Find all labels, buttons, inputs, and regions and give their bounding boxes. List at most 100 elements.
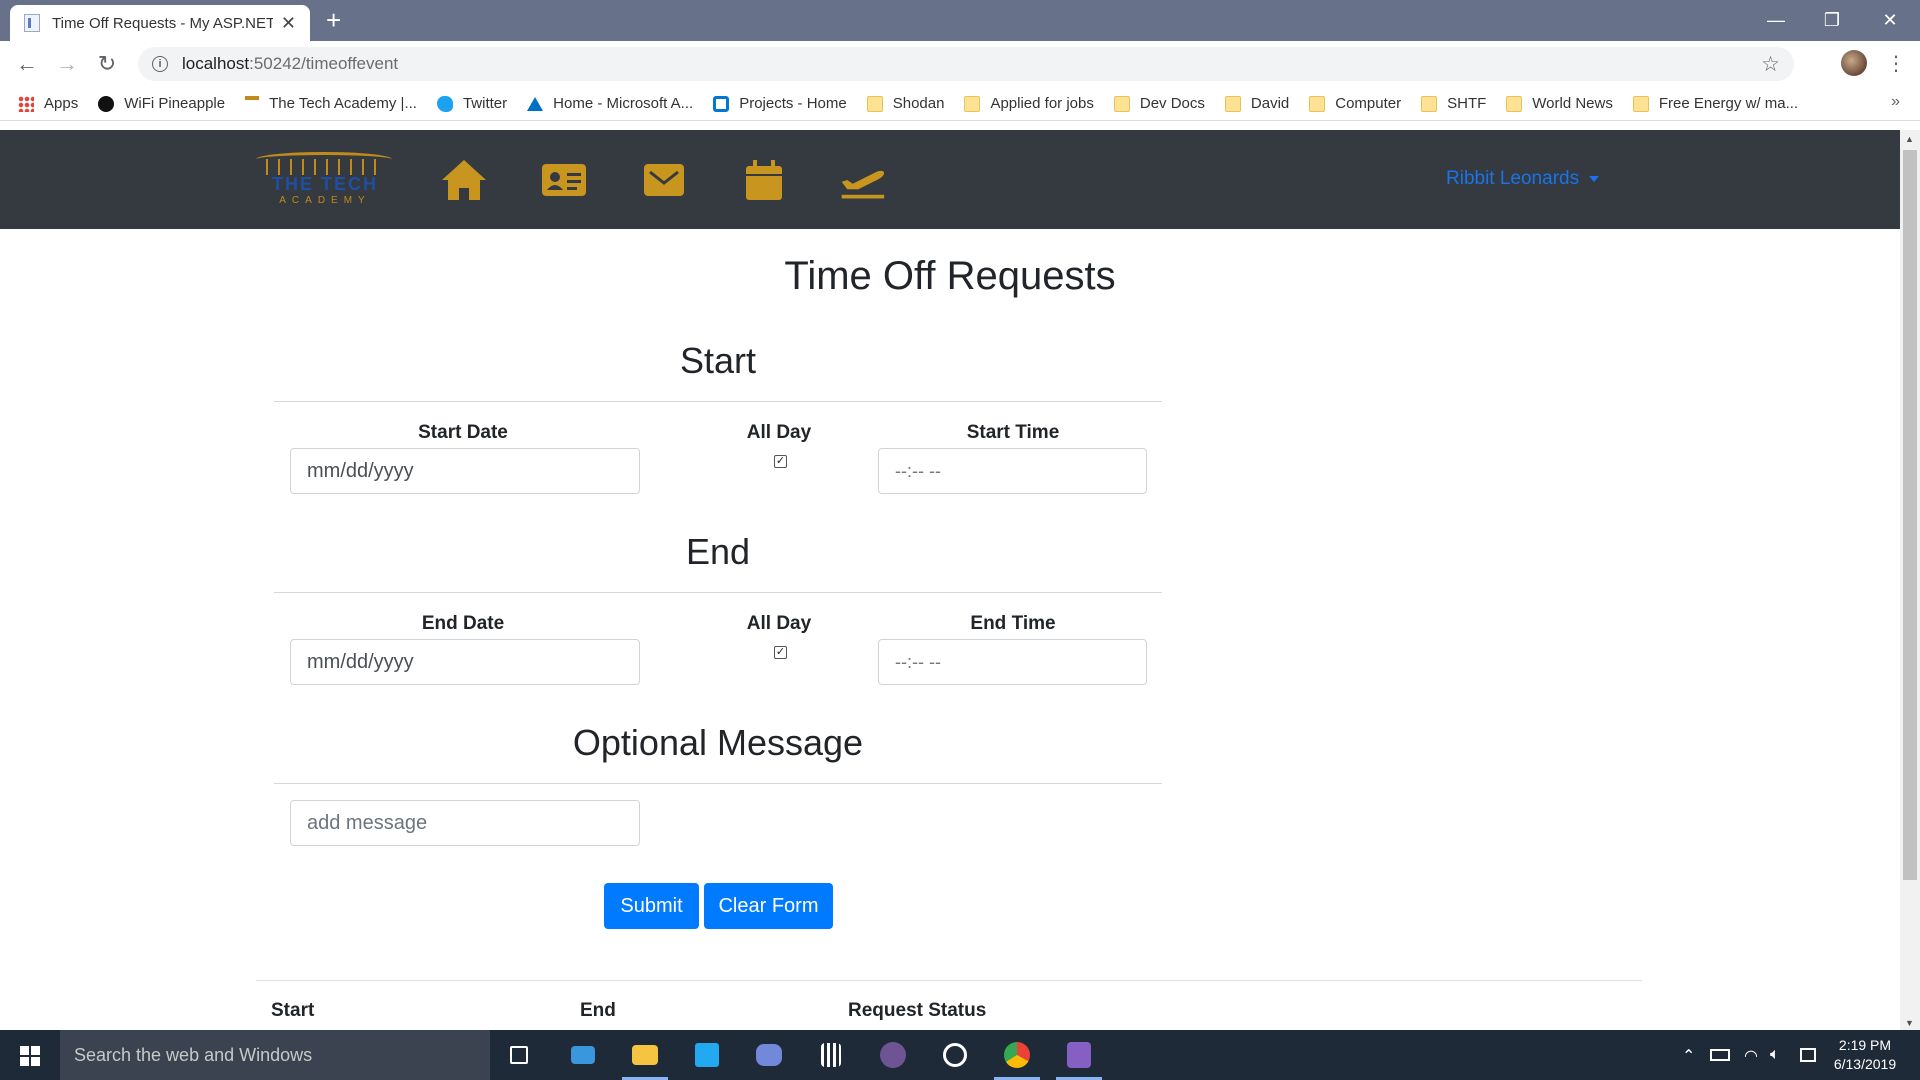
notifications-icon[interactable] <box>1800 1048 1816 1062</box>
bookmark-folder-world-news[interactable]: World News <box>1506 95 1613 112</box>
message-input[interactable]: add message <box>290 800 640 846</box>
bookmark-label: Apps <box>44 95 79 112</box>
end-divider <box>274 592 1162 593</box>
bookmark-label: Projects - Home <box>739 95 847 112</box>
visual-studio-icon[interactable] <box>1050 1030 1108 1080</box>
file-explorer-icon[interactable] <box>616 1030 674 1080</box>
tech-academy-logo[interactable]: THE TECH ACADEMY <box>256 152 392 208</box>
bookmark-microsoft-azure[interactable]: Home - Microsoft A... <box>527 95 693 112</box>
folder-icon <box>866 95 883 112</box>
start-date-input[interactable]: mm/dd/yyyy <box>290 448 640 494</box>
minimize-button[interactable]: — <box>1748 0 1804 41</box>
message-divider <box>274 783 1162 784</box>
bookmark-folder-david[interactable]: David <box>1224 95 1289 112</box>
clock-date: 6/13/2019 <box>1833 1056 1897 1072</box>
end-time-label: End Time <box>970 613 1056 634</box>
taskbar-clock[interactable]: 2:19 PM 6/13/2019 <box>1820 1036 1910 1074</box>
start-time-label: Start Time <box>966 422 1060 443</box>
restore-button[interactable]: ❐ <box>1804 0 1860 41</box>
vscode-icon[interactable] <box>678 1030 736 1080</box>
end-allday-checkbox[interactable]: ✓ <box>774 646 787 659</box>
browser-tab[interactable]: Time Off Requests - My ASP.NET ✕ <box>10 5 310 41</box>
bookmark-folder-applied[interactable]: Applied for jobs <box>964 95 1094 112</box>
end-time-value: --:-- -- <box>895 651 941 672</box>
chrome-icon[interactable] <box>988 1030 1046 1080</box>
bookmark-label: SHTF <box>1447 95 1487 112</box>
back-arrow-icon[interactable]: ← <box>12 49 42 79</box>
table-divider <box>256 980 1642 981</box>
browser-toolbar: ← → ↻ i localhost:50242/timeoffevent ☆ ⋮ <box>0 41 1920 87</box>
twitter-icon <box>436 95 453 112</box>
address-bar[interactable]: i localhost:50242/timeoffevent ☆ <box>138 47 1794 81</box>
clear-form-button[interactable]: Clear Form <box>704 883 833 929</box>
task-view-icon[interactable] <box>490 1030 548 1080</box>
end-heading: End <box>685 531 751 572</box>
start-heading: Start <box>679 340 757 381</box>
bookmarks-overflow-icon[interactable]: » <box>1891 93 1900 111</box>
start-time-input[interactable]: --:-- -- <box>878 448 1147 494</box>
wifi-icon[interactable]: ◠ <box>1744 1046 1758 1066</box>
page-title: Time Off Requests <box>784 254 1116 298</box>
remote-desktop-icon[interactable] <box>554 1030 612 1080</box>
start-allday-label: All Day <box>746 422 812 443</box>
bookmark-folder-shtf[interactable]: SHTF <box>1421 95 1486 112</box>
new-tab-button[interactable]: + <box>326 6 341 34</box>
github-desktop-icon[interactable] <box>864 1030 922 1080</box>
bookmark-label: Shodan <box>892 95 945 112</box>
end-date-input[interactable]: mm/dd/yyyy <box>290 639 640 685</box>
envelope-icon[interactable] <box>640 158 688 202</box>
plane-departure-icon[interactable] <box>838 158 886 202</box>
start-allday-checkbox[interactable]: ✓ <box>774 455 787 468</box>
bookmark-folder-free-energy[interactable]: Free Energy w/ ma... <box>1632 95 1799 112</box>
bookmark-folder-devdocs[interactable]: Dev Docs <box>1113 95 1205 112</box>
apps-grid-icon <box>18 95 34 112</box>
browser-menu-icon[interactable]: ⋮ <box>1886 51 1906 76</box>
start-time-value: --:-- -- <box>895 460 941 481</box>
profile-avatar[interactable] <box>1841 50 1867 76</box>
bookmark-folder-shodan[interactable]: Shodan <box>866 95 945 112</box>
page-scrollbar[interactable]: ▲ ▼ <box>1900 130 1920 1030</box>
battery-icon[interactable] <box>1710 1049 1730 1061</box>
bookmark-folder-computer[interactable]: Computer <box>1309 95 1401 112</box>
scroll-up-arrow-icon[interactable]: ▲ <box>1905 134 1914 144</box>
taskbar-search-box[interactable]: Search the web and Windows <box>60 1030 490 1080</box>
bookmark-label: The Tech Academy |... <box>269 95 417 112</box>
tray-overflow-icon[interactable]: ⌃ <box>1682 1046 1695 1066</box>
browser-tab-strip: Time Off Requests - My ASP.NET ✕ + — ❐ ✕ <box>0 0 1920 41</box>
bookmark-label: Free Energy w/ ma... <box>1658 95 1799 112</box>
windows-start-icon[interactable] <box>20 1046 40 1066</box>
bookmark-apps[interactable]: Apps <box>18 95 78 112</box>
bookmark-projects[interactable]: Projects - Home <box>713 95 847 112</box>
azure-icon <box>527 96 544 111</box>
bookmark-tech-academy[interactable]: The Tech Academy |... <box>245 95 417 112</box>
groove-music-icon[interactable] <box>926 1030 984 1080</box>
folder-icon <box>1632 95 1649 112</box>
id-card-icon[interactable] <box>540 158 588 202</box>
close-tab-icon[interactable]: ✕ <box>281 13 296 34</box>
site-info-icon[interactable]: i <box>152 56 168 72</box>
folder-icon <box>964 95 981 112</box>
message-heading: Optional Message <box>572 722 864 763</box>
reload-icon[interactable]: ↻ <box>92 49 122 79</box>
submit-button[interactable]: Submit <box>604 883 699 929</box>
volume-icon[interactable]: 🔈︎ <box>1770 1046 1780 1064</box>
user-dropdown[interactable]: Ribbit Leonards <box>1446 168 1600 190</box>
url-path: :50242/timeoffevent <box>249 54 399 73</box>
close-window-button[interactable]: ✕ <box>1862 0 1918 41</box>
home-icon[interactable] <box>440 158 488 202</box>
bookmark-twitter[interactable]: Twitter <box>436 95 507 112</box>
bookmark-label: Home - Microsoft A... <box>553 95 694 112</box>
discord-icon[interactable] <box>740 1030 798 1080</box>
end-date-value: mm/dd/yyyy <box>307 650 414 673</box>
bookmark-wifi-pineapple[interactable]: WiFi Pineapple <box>98 95 225 112</box>
bookmark-star-icon[interactable]: ☆ <box>1761 52 1780 77</box>
scroll-thumb[interactable] <box>1903 150 1917 880</box>
end-time-input[interactable]: --:-- -- <box>878 639 1147 685</box>
calendar-icon[interactable] <box>740 158 788 202</box>
calculator-icon[interactable] <box>802 1030 860 1080</box>
folder-icon <box>1224 95 1241 112</box>
scroll-down-arrow-icon[interactable]: ▼ <box>1905 1018 1914 1028</box>
folder-icon <box>1506 95 1523 112</box>
forward-arrow-icon[interactable]: → <box>52 49 82 79</box>
tab-title: Time Off Requests - My ASP.NET <box>52 14 273 32</box>
